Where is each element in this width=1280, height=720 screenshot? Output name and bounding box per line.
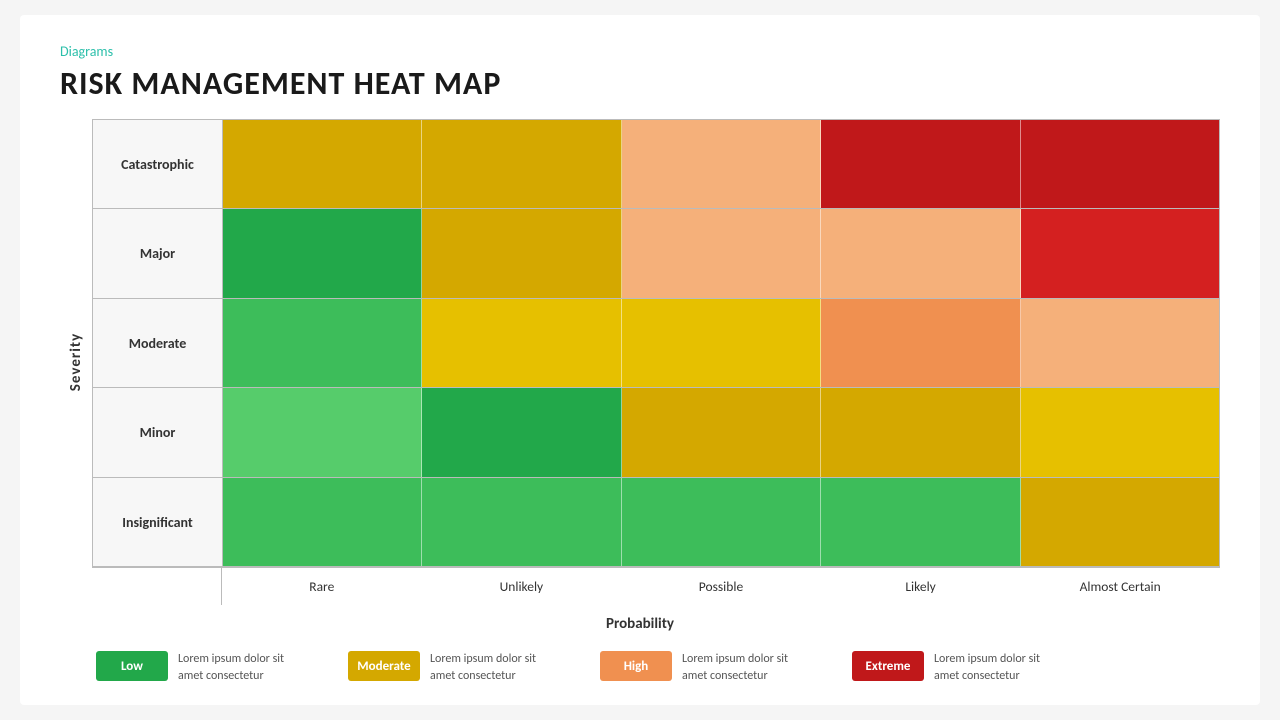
grid-row: Catastrophic	[93, 120, 1219, 209]
legend-badge-low: Low	[96, 651, 168, 681]
col-header-unlikely: Unlikely	[422, 568, 622, 605]
grid-row: Insignificant	[93, 478, 1219, 566]
cell-r1-c4	[1021, 209, 1219, 297]
cell-r4-c4	[1021, 478, 1219, 566]
legend-item-high: High Lorem ipsum dolor sit amet consectet…	[600, 651, 812, 685]
cells-row-2	[223, 299, 1219, 387]
main-title: RISK MANAGEMENT HEAT MAP	[60, 64, 1220, 103]
cell-r4-c1	[422, 478, 621, 566]
cell-r1-c1	[422, 209, 621, 297]
slide: Diagrams RISK MANAGEMENT HEAT MAP Severi…	[20, 15, 1260, 705]
row-label-insignificant: Insignificant	[93, 478, 223, 566]
legend-badge-moderate: Moderate	[348, 651, 420, 681]
legend-badge-extreme: Extreme	[852, 651, 924, 681]
col-header-almost-certain: Almost Certain	[1020, 568, 1220, 605]
legend-item-low: Low Lorem ipsum dolor sit amet consectetu…	[96, 651, 308, 685]
matrix-wrapper: Severity CatastrophicMajorModerateMinorI…	[60, 119, 1220, 605]
legend: Low Lorem ipsum dolor sit amet consectetu…	[60, 651, 1220, 685]
cell-r0-c1	[422, 120, 621, 208]
grid-area: CatastrophicMajorModerateMinorInsignific…	[92, 119, 1220, 567]
cell-r4-c3	[821, 478, 1020, 566]
cell-r0-c0	[223, 120, 422, 208]
cell-r3-c3	[821, 388, 1020, 476]
cell-r3-c2	[622, 388, 821, 476]
legend-badge-high: High	[600, 651, 672, 681]
legend-description-high: Lorem ipsum dolor sit amet consectetur	[682, 651, 812, 685]
cell-r0-c4	[1021, 120, 1219, 208]
grid-and-labels: CatastrophicMajorModerateMinorInsignific…	[92, 119, 1220, 605]
cell-r2-c4	[1021, 299, 1219, 387]
cell-r2-c3	[821, 299, 1020, 387]
row-label-catastrophic: Catastrophic	[93, 120, 223, 208]
probability-axis-label: Probability	[60, 605, 1220, 637]
cells-row-4	[223, 478, 1219, 566]
cell-r3-c0	[223, 388, 422, 476]
col-header-likely: Likely	[821, 568, 1021, 605]
cells-row-1	[223, 209, 1219, 297]
legend-description-extreme: Lorem ipsum dolor sit amet consectetur	[934, 651, 1064, 685]
cell-r1-c0	[223, 209, 422, 297]
col-header-spacer	[92, 568, 222, 605]
matrix-container: Severity CatastrophicMajorModerateMinorI…	[60, 119, 1220, 637]
col-header-row: RareUnlikelyPossibleLikelyAlmost Certain	[92, 567, 1220, 605]
cells-row-0	[223, 120, 1219, 208]
col-header-possible: Possible	[621, 568, 821, 605]
cell-r2-c0	[223, 299, 422, 387]
cells-row-3	[223, 388, 1219, 476]
col-headers: RareUnlikelyPossibleLikelyAlmost Certain	[222, 568, 1220, 605]
legend-description-moderate: Lorem ipsum dolor sit amet consectetur	[430, 651, 560, 685]
cell-r1-c3	[821, 209, 1020, 297]
row-label-minor: Minor	[93, 388, 223, 476]
severity-label-container: Severity	[60, 119, 92, 605]
col-header-rare: Rare	[222, 568, 422, 605]
legend-item-extreme: Extreme Lorem ipsum dolor sit amet consec…	[852, 651, 1064, 685]
cell-r2-c1	[422, 299, 621, 387]
legend-item-moderate: Moderate Lorem ipsum dolor sit amet conse…	[348, 651, 560, 685]
cell-r0-c2	[622, 120, 821, 208]
grid-row: Minor	[93, 388, 1219, 477]
cell-r3-c4	[1021, 388, 1219, 476]
legend-description-low: Lorem ipsum dolor sit amet consectetur	[178, 651, 308, 685]
cell-r4-c2	[622, 478, 821, 566]
grid-row: Moderate	[93, 299, 1219, 388]
cell-r2-c2	[622, 299, 821, 387]
cell-r4-c0	[223, 478, 422, 566]
cell-r1-c2	[622, 209, 821, 297]
row-label-major: Major	[93, 209, 223, 297]
diagrams-label: Diagrams	[60, 43, 1220, 60]
row-label-moderate: Moderate	[93, 299, 223, 387]
cell-r3-c1	[422, 388, 621, 476]
grid-row: Major	[93, 209, 1219, 298]
cell-r0-c3	[821, 120, 1020, 208]
severity-axis-label: Severity	[67, 333, 85, 391]
